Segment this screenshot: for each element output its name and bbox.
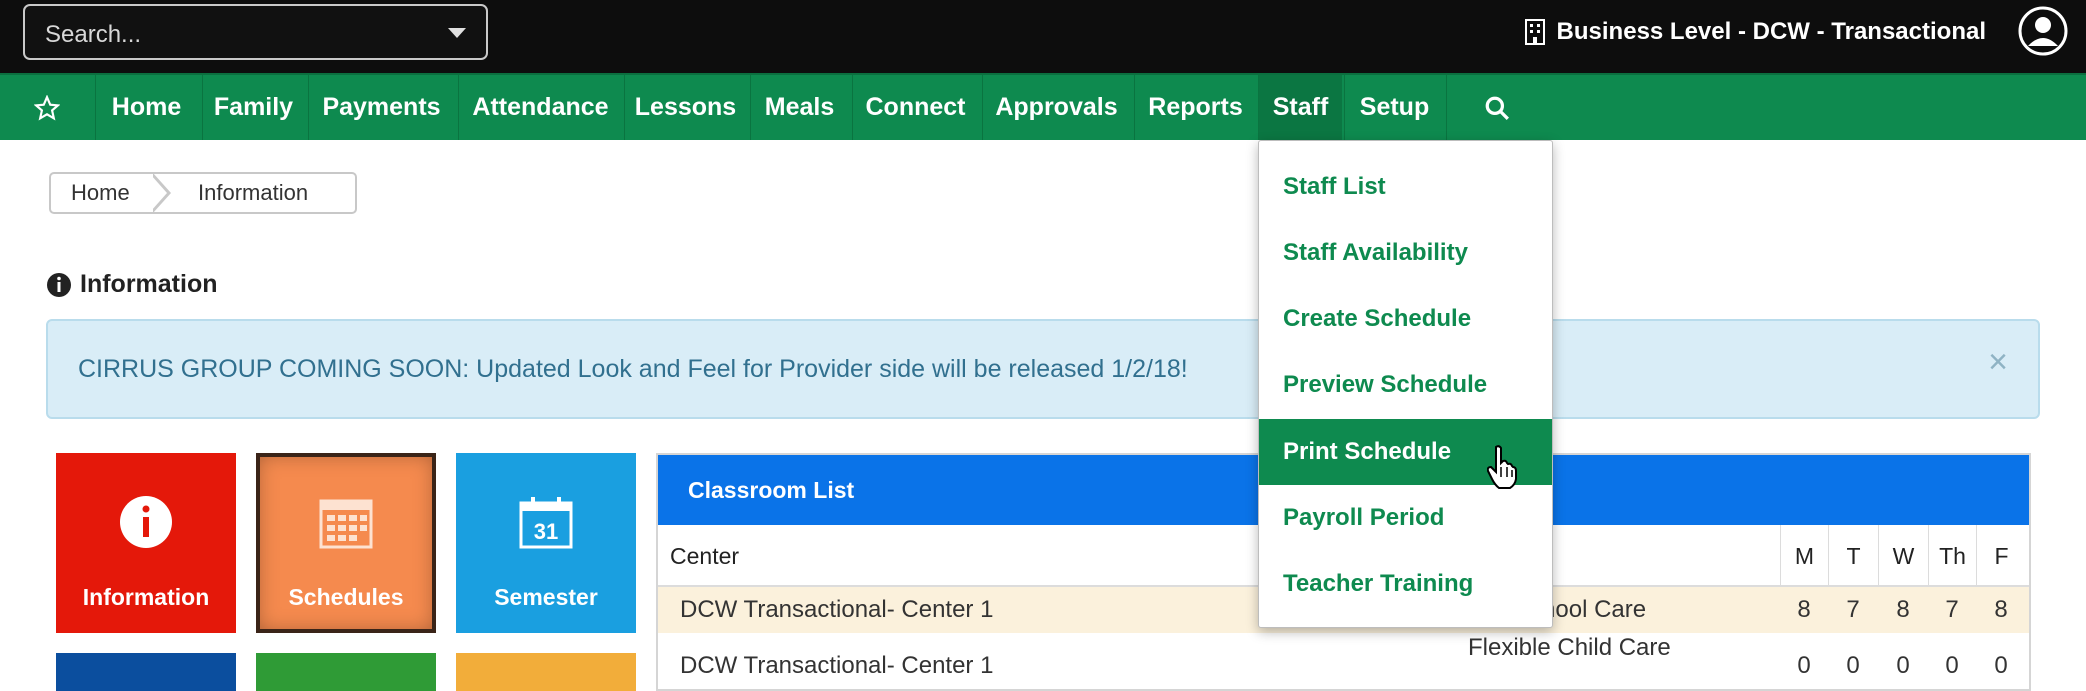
cell-day: 0 <box>1994 652 2008 679</box>
nav-approvals[interactable]: Approvals <box>982 75 1130 140</box>
page-title: Information <box>46 270 218 299</box>
cell-center: DCW Transactional- Center 1 <box>680 652 994 679</box>
breadcrumb-current: Information <box>198 180 309 205</box>
nav-connect[interactable]: Connect <box>852 75 978 140</box>
cell-center: DCW Transactional- Center 1 <box>680 596 994 623</box>
header-center: Center <box>670 542 740 569</box>
close-icon[interactable]: × <box>1988 343 2008 382</box>
menu-item-teacher-training[interactable]: Teacher Training <box>1259 551 1552 617</box>
header-day: Th <box>1928 525 1976 587</box>
nav-lessons[interactable]: Lessons <box>624 75 746 140</box>
search-placeholder: Search... <box>45 21 142 48</box>
tile-label: Schedules <box>288 584 404 610</box>
cell-day: 0 <box>1797 652 1811 679</box>
nav-meals[interactable]: Meals <box>750 75 848 140</box>
building-icon <box>1524 19 1545 45</box>
chevron-down-icon[interactable] <box>448 28 466 38</box>
tile-label: Information <box>82 584 210 610</box>
nav-search-icon[interactable] <box>1446 75 1546 140</box>
business-level-selector[interactable]: Business Level - DCW - Transactional <box>1524 18 1986 46</box>
header-day: M <box>1780 525 1828 587</box>
cell-day: 0 <box>1846 652 1860 679</box>
cell-day: 0 <box>1896 652 1910 679</box>
nav-setup[interactable]: Setup <box>1344 75 1444 140</box>
cell-day: 7 <box>1945 596 1959 623</box>
tile-partial-1[interactable] <box>56 653 236 691</box>
main-nav: Home Family Payments Attendance Lessons … <box>0 73 2086 140</box>
page-title-text: Information <box>80 270 218 298</box>
nav-family[interactable]: Family <box>202 75 304 140</box>
menu-item-preview-schedule[interactable]: Preview Schedule <box>1259 352 1552 418</box>
tile-schedules[interactable]: Schedules <box>256 453 436 633</box>
cell-day: 8 <box>1797 596 1811 623</box>
menu-item-payroll-period[interactable]: Payroll Period <box>1259 485 1552 551</box>
nav-staff[interactable]: Staff <box>1258 75 1342 140</box>
cell-day: 8 <box>1994 596 2008 623</box>
announcement-alert: CIRRUS GROUP COMING SOON: Updated Look a… <box>46 319 2040 419</box>
header-day: F <box>1976 525 2026 587</box>
tile-semester[interactable]: 31 Semester <box>456 453 636 633</box>
calendar-grid-icon <box>319 499 373 549</box>
breadcrumb: Home Information <box>49 172 357 214</box>
header-day: W <box>1878 525 1928 587</box>
info-icon <box>120 496 172 548</box>
breadcrumb-separator <box>151 173 183 213</box>
favorites-star-icon[interactable] <box>12 75 82 140</box>
nav-reports[interactable]: Reports <box>1134 75 1256 140</box>
tile-partial-2[interactable] <box>256 653 436 691</box>
calendar-day: 31 <box>534 519 558 544</box>
nav-attendance[interactable]: Attendance <box>458 75 622 140</box>
business-level-label: Business Level - DCW - Transactional <box>1556 18 1986 45</box>
cell-room: Flexible Child Care <box>1468 634 1671 661</box>
menu-item-staff-list[interactable]: Staff List <box>1259 154 1552 220</box>
cell-day: 7 <box>1846 596 1860 623</box>
hand-pointer-cursor-icon <box>1487 445 1517 489</box>
nav-home[interactable]: Home <box>95 75 197 140</box>
breadcrumb-home[interactable]: Home <box>51 180 153 206</box>
alert-message: CIRRUS GROUP COMING SOON: Updated Look a… <box>78 355 1188 383</box>
calendar-icon: 31 <box>519 497 573 549</box>
cell-day: 0 <box>1945 652 1959 679</box>
global-search-dropdown[interactable]: Search... <box>23 4 488 60</box>
top-bar: Search... Business Level - DCW - Transac… <box>0 0 2086 73</box>
menu-item-staff-availability[interactable]: Staff Availability <box>1259 220 1552 286</box>
info-circle-icon <box>47 272 71 297</box>
menu-item-create-schedule[interactable]: Create Schedule <box>1259 286 1552 352</box>
tile-label: Semester <box>494 584 598 610</box>
table-row[interactable]: DCW Transactional- Center 1 Flexible Chi… <box>658 633 2029 679</box>
user-avatar-icon[interactable] <box>2018 6 2068 56</box>
header-day: T <box>1828 525 1878 587</box>
tile-partial-3[interactable] <box>456 653 636 691</box>
tile-information[interactable]: Information <box>56 453 236 633</box>
staff-dropdown-menu: Staff List Staff Availability Create Sch… <box>1258 140 1553 628</box>
cell-day: 8 <box>1896 596 1910 623</box>
nav-payments[interactable]: Payments <box>308 75 454 140</box>
